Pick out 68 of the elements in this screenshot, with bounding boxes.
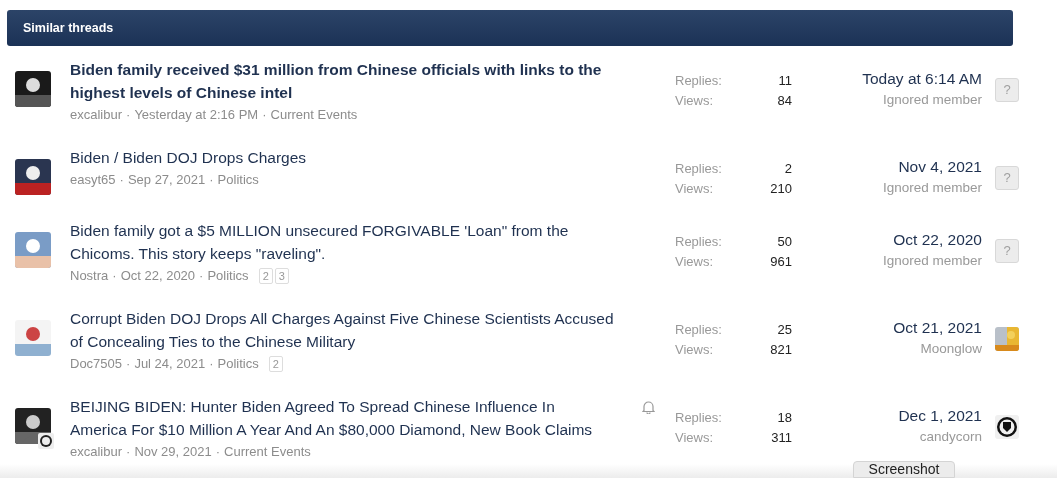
author-link[interactable]: excalibur — [70, 441, 123, 463]
author-link[interactable]: Nostra — [70, 265, 109, 287]
thread-title[interactable]: BEIJING BIDEN: Hunter Biden Agreed To Spread Chinese Influence In America For $10 Million A Year And An $80,000 Diamond, New Book Claims — [70, 395, 615, 441]
replies-label: Replies: — [675, 321, 722, 339]
last-poster[interactable]: Ignored member — [882, 251, 982, 271]
page-link[interactable]: 2 — [268, 356, 283, 372]
views-count: 210 — [770, 180, 792, 198]
views-label: Views: — [675, 180, 714, 198]
last-poster[interactable]: Moonglow — [920, 339, 982, 359]
separator: · — [112, 267, 117, 285]
author-link[interactable]: Doc7505 — [70, 353, 123, 375]
thread-title[interactable]: Corrupt Biden DOJ Drops All Charges Against Five Chinese Scientists Accused of Concealing Ties to the Chinese Military — [70, 307, 615, 353]
page-link[interactable]: 3 — [274, 268, 289, 284]
separator: · — [126, 355, 131, 373]
forum-link[interactable]: Politics — [217, 353, 259, 375]
thread-date[interactable]: Nov 29, 2021 — [134, 441, 212, 463]
replies-count: 11 — [778, 72, 792, 90]
last-post-date[interactable]: Oct 22, 2020 — [893, 229, 982, 251]
section-title: Similar threads — [23, 19, 114, 37]
replies-label: Replies: — [675, 160, 722, 178]
views-count: 84 — [777, 92, 792, 110]
separator: · — [209, 171, 214, 189]
last-post-date[interactable]: Today at 6:14 AM — [862, 68, 982, 90]
replies-label: Replies: — [675, 409, 722, 427]
avatar-placeholder[interactable]: ? — [995, 78, 1019, 102]
avatar-placeholder[interactable]: ? — [995, 166, 1019, 190]
replies-label: Replies: — [675, 233, 722, 251]
views-label: Views: — [675, 92, 714, 110]
views-label: Views: — [675, 341, 714, 359]
forum-link[interactable]: Politics — [217, 169, 259, 191]
replies-count: 18 — [777, 409, 792, 427]
views-count: 961 — [770, 253, 792, 271]
separator: · — [126, 106, 131, 124]
last-post-date[interactable]: Nov 4, 2021 — [898, 156, 982, 178]
thread-date[interactable]: Sep 27, 2021 — [127, 169, 206, 191]
views-label: Views: — [675, 429, 714, 447]
separator: · — [262, 106, 267, 124]
separator: · — [199, 267, 204, 285]
replies-count: 50 — [777, 233, 792, 251]
thread-date[interactable]: Jul 24, 2021 — [134, 353, 206, 375]
author-link[interactable]: excalibur — [70, 104, 123, 126]
last-post-date[interactable]: Dec 1, 2021 — [898, 405, 982, 427]
thread-title[interactable]: Biden family received $31 million from Chinese officials with links to the highest levels of Chinese intel — [70, 58, 615, 104]
forum-link[interactable]: Current Events — [270, 104, 358, 126]
replies-label: Replies: — [675, 72, 722, 90]
last-poster[interactable]: candycorn — [919, 427, 982, 447]
replies-count: 2 — [784, 160, 792, 178]
separator: · — [119, 171, 124, 189]
thread-title[interactable]: Biden / Biden DOJ Drops Charges — [70, 146, 615, 169]
last-post-date[interactable]: Oct 21, 2021 — [893, 317, 982, 339]
author-link[interactable]: easyt65 — [70, 169, 116, 191]
forum-link[interactable]: Current Events — [224, 441, 311, 463]
replies-count: 25 — [777, 321, 792, 339]
last-poster[interactable]: Ignored member — [882, 90, 982, 110]
views-label: Views: — [675, 253, 714, 271]
views-count: 821 — [770, 341, 792, 359]
forum-link[interactable]: Politics — [207, 265, 249, 287]
tooltip: Screenshot — [853, 461, 955, 478]
thread-title[interactable]: Biden family got a $5 MILLION unsecured FORGIVABLE 'Loan" from the Chicoms. This story keeps "raveling". — [70, 219, 615, 265]
views-count: 311 — [771, 429, 792, 447]
separator: · — [209, 355, 214, 373]
separator: · — [126, 443, 131, 461]
avatar-placeholder[interactable]: ? — [995, 239, 1019, 263]
page-link[interactable]: 2 — [258, 268, 273, 284]
thread-date[interactable]: Yesterday at 2:16 PM — [134, 104, 259, 126]
last-poster[interactable]: Ignored member — [882, 178, 982, 198]
thread-date[interactable]: Oct 22, 2020 — [120, 265, 196, 287]
separator: · — [215, 443, 221, 461]
